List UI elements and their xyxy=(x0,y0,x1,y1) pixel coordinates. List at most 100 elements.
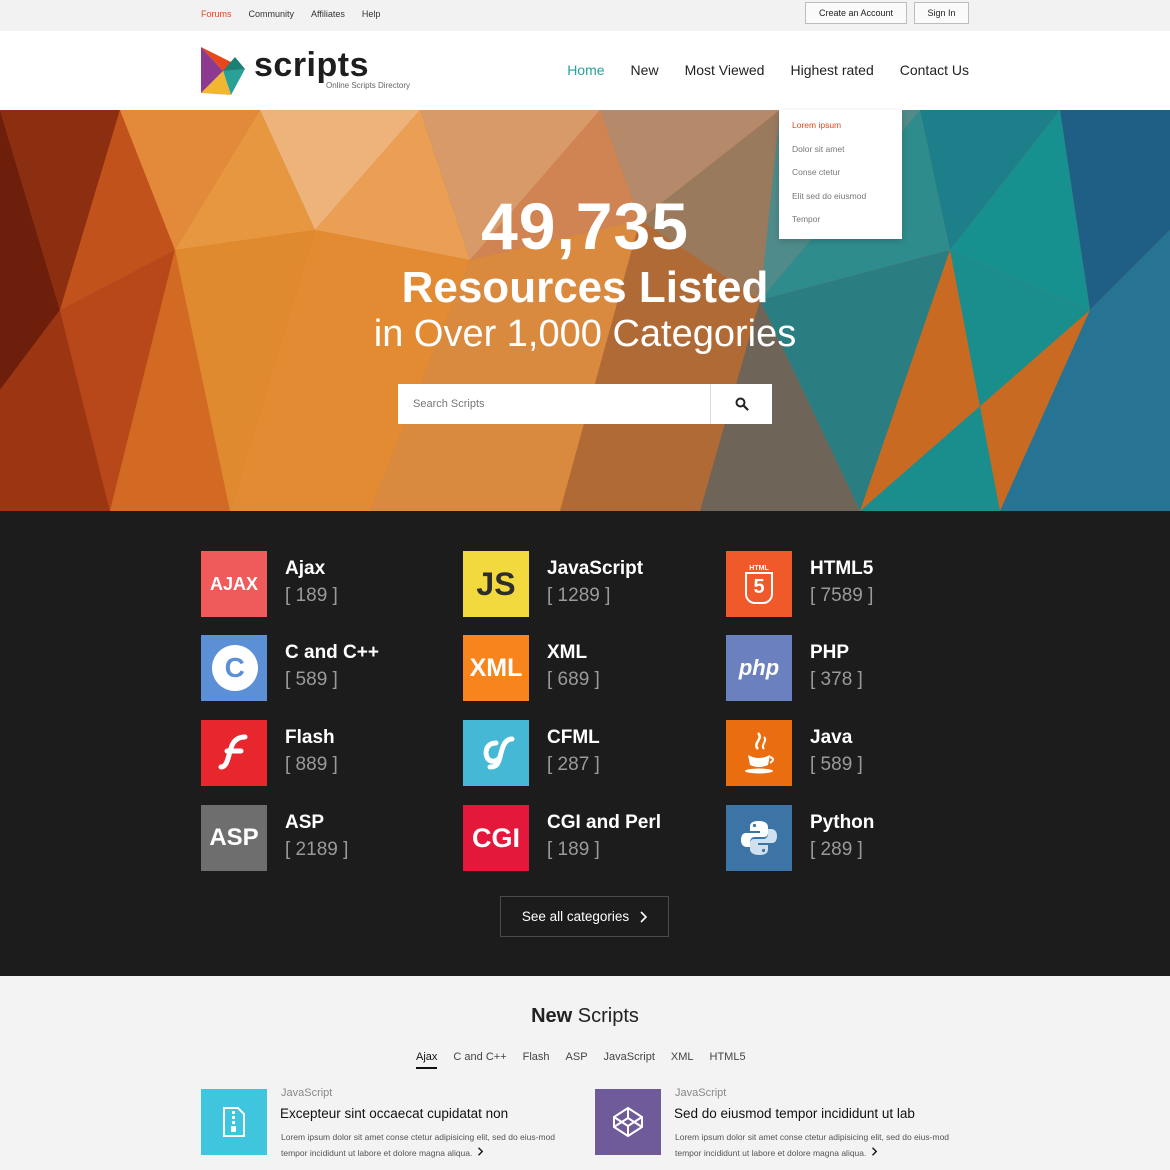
category-name[interactable]: JavaScript xyxy=(547,558,643,580)
hero-title: Resources Listed xyxy=(401,263,769,312)
section-title: New Scripts xyxy=(0,1005,1170,1028)
nav-new[interactable]: New xyxy=(631,62,659,78)
script-title[interactable]: Sed do eiusmod tempor incididunt ut lab xyxy=(674,1106,915,1121)
dropdown-item[interactable]: Conse ctetur xyxy=(792,167,902,191)
categories-section: AJAX Ajax [ 189 ] JS JavaScript [ 1289 ]… xyxy=(0,511,1170,976)
top-links: Forums Community Affiliates Help xyxy=(201,0,380,27)
category-name[interactable]: Java xyxy=(810,727,852,749)
dropdown-item[interactable]: Lorem ipsum xyxy=(792,120,902,144)
search-box xyxy=(398,384,772,424)
category-count: [ 589 ] xyxy=(810,754,863,775)
script-description: Lorem ipsum dolor sit amet conse ctetur … xyxy=(281,1129,566,1161)
html5-icon: HTML 5 xyxy=(726,551,792,617)
js-icon: JS xyxy=(463,551,529,617)
sign-in-button[interactable]: Sign In xyxy=(914,2,969,24)
nav-contact-us[interactable]: Contact Us xyxy=(900,62,969,78)
category-name[interactable]: Flash xyxy=(285,727,335,749)
category-ajax[interactable]: AJAX Ajax [ 189 ] xyxy=(201,551,441,617)
category-javascript[interactable]: JS JavaScript [ 1289 ] xyxy=(463,551,703,617)
dropdown-item[interactable]: Dolor sit amet xyxy=(792,144,902,168)
script-language: JavaScript xyxy=(281,1087,333,1099)
create-account-button[interactable]: Create an Account xyxy=(805,2,907,24)
top-link-affiliates[interactable]: Affiliates xyxy=(311,9,345,19)
hero-subtitle: in Over 1,000 Categories xyxy=(373,313,797,355)
cgi-icon: CGI xyxy=(463,805,529,871)
flash-icon xyxy=(201,720,267,786)
category-php[interactable]: php PHP [ 378 ] xyxy=(726,635,966,701)
script-language: JavaScript xyxy=(675,1087,727,1099)
script-card[interactable]: JavaScript Excepteur sint occaecat cupid… xyxy=(201,1087,571,1169)
category-count: [ 289 ] xyxy=(810,839,863,860)
category-java[interactable]: Java [ 589 ] xyxy=(726,720,966,786)
category-tabs: Ajax C and C++ Flash ASP JavaScript XML … xyxy=(416,1051,746,1069)
category-xml[interactable]: XML XML [ 689 ] xyxy=(463,635,703,701)
chevron-right-icon[interactable] xyxy=(869,1147,879,1156)
logo-icon[interactable] xyxy=(201,47,247,95)
top-link-forums[interactable]: Forums xyxy=(201,9,232,19)
category-cgi-perl[interactable]: CGI CGI and Perl [ 189 ] xyxy=(463,805,703,871)
search-icon xyxy=(735,397,749,411)
main-nav: Home New Most Viewed Highest rated Conta… xyxy=(567,62,969,78)
tab-javascript[interactable]: JavaScript xyxy=(604,1051,655,1069)
brand-name[interactable]: scripts xyxy=(254,46,369,85)
category-python[interactable]: Python [ 289 ] xyxy=(726,805,966,871)
python-icon xyxy=(726,805,792,871)
top-link-community[interactable]: Community xyxy=(249,9,295,19)
top-link-help[interactable]: Help xyxy=(362,9,381,19)
tab-asp[interactable]: ASP xyxy=(566,1051,588,1069)
xml-icon: XML xyxy=(463,635,529,701)
tab-flash[interactable]: Flash xyxy=(523,1051,550,1069)
category-html5[interactable]: HTML 5 HTML5 [ 7589 ] xyxy=(726,551,966,617)
script-title[interactable]: Excepteur sint occaecat cupidatat non xyxy=(280,1106,508,1121)
cpp-plus: ++ xyxy=(245,661,257,671)
category-name[interactable]: HTML5 xyxy=(810,558,873,580)
tab-xml[interactable]: XML xyxy=(671,1051,694,1069)
search-input[interactable] xyxy=(398,384,710,424)
top-bar: Forums Community Affiliates Help Create … xyxy=(0,0,1170,31)
html5-shield: 5 xyxy=(745,571,773,604)
script-card[interactable]: JavaScript Sed do eiusmod tempor incidid… xyxy=(595,1087,965,1169)
title-rest: Scripts xyxy=(577,1005,639,1027)
new-scripts-section: New Scripts Ajax C and C++ Flash ASP Jav… xyxy=(0,976,1170,1170)
html5-label: HTML xyxy=(749,564,769,572)
category-cfml[interactable]: CFML [ 287 ] xyxy=(463,720,703,786)
cfml-icon xyxy=(463,720,529,786)
category-flash[interactable]: Flash [ 889 ] xyxy=(201,720,441,786)
dropdown-item[interactable]: Tempor xyxy=(792,214,902,238)
cpp-icon: C ++ xyxy=(201,635,267,701)
hero-banner: 49,735 Resources Listed in Over 1,000 Ca… xyxy=(0,110,1170,511)
see-all-categories-button[interactable]: See all categories xyxy=(500,896,669,937)
category-count: [ 1289 ] xyxy=(547,585,611,606)
category-asp[interactable]: ASP ASP [ 2189 ] xyxy=(201,805,441,871)
chevron-right-icon[interactable] xyxy=(475,1147,485,1156)
category-count: [ 378 ] xyxy=(810,669,863,690)
see-all-label: See all categories xyxy=(521,909,630,924)
category-name[interactable]: ASP xyxy=(285,812,324,834)
category-name[interactable]: PHP xyxy=(810,642,849,664)
search-button[interactable] xyxy=(710,384,772,424)
highest-rated-dropdown: Lorem ipsum Dolor sit amet Conse ctetur … xyxy=(779,110,902,239)
resource-count: 49,735 xyxy=(481,189,689,263)
ajax-icon: AJAX xyxy=(201,551,267,617)
tab-ajax[interactable]: Ajax xyxy=(416,1051,438,1069)
category-name[interactable]: CFML xyxy=(547,727,600,749)
account-buttons: Create an Account Sign In xyxy=(805,2,969,24)
category-name[interactable]: XML xyxy=(547,642,587,664)
php-icon: php xyxy=(726,635,792,701)
nav-most-viewed[interactable]: Most Viewed xyxy=(685,62,765,78)
category-name[interactable]: Python xyxy=(810,812,874,834)
category-name[interactable]: C and C++ xyxy=(285,642,379,664)
category-name[interactable]: CGI and Perl xyxy=(547,812,661,834)
tab-c-cpp[interactable]: C and C++ xyxy=(453,1051,506,1069)
nav-highest-rated[interactable]: Highest rated xyxy=(790,62,873,78)
category-count: [ 189 ] xyxy=(547,839,600,860)
nav-home[interactable]: Home xyxy=(567,62,604,78)
dropdown-item[interactable]: Elit sed do eiusmod xyxy=(792,191,902,215)
category-name[interactable]: Ajax xyxy=(285,558,325,580)
category-c-cpp[interactable]: C ++ C and C++ [ 589 ] xyxy=(201,635,441,701)
script-description: Lorem ipsum dolor sit amet conse ctetur … xyxy=(675,1129,960,1161)
category-count: [ 689 ] xyxy=(547,669,600,690)
tab-html5[interactable]: HTML5 xyxy=(710,1051,746,1069)
category-count: [ 589 ] xyxy=(285,669,338,690)
codepen-icon xyxy=(595,1089,661,1155)
